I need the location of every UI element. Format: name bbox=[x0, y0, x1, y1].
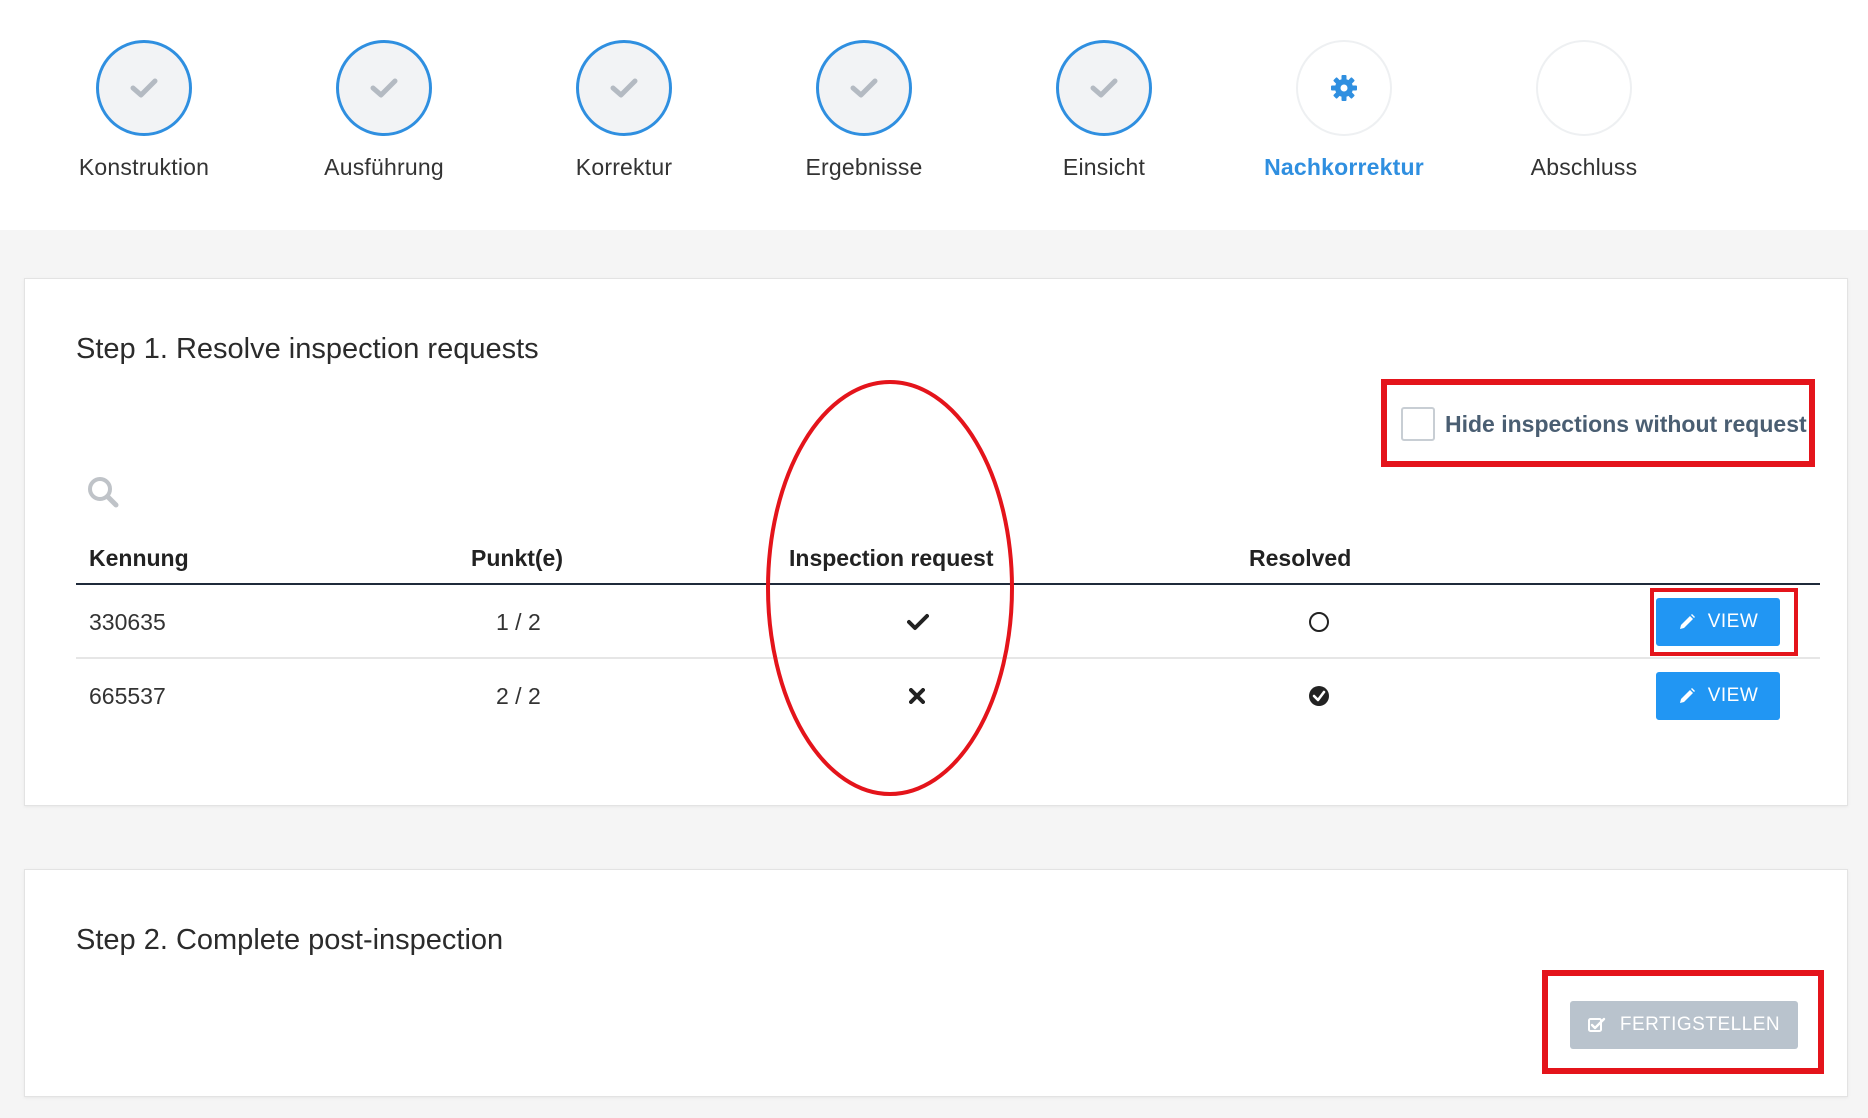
step-label: Ausführung bbox=[324, 154, 444, 180]
check-icon bbox=[370, 78, 398, 98]
column-header-resolved[interactable]: Resolved bbox=[1249, 545, 1351, 572]
step-done-circle bbox=[576, 40, 672, 136]
step-konstruktion[interactable]: Konstruktion bbox=[24, 40, 264, 181]
step-done-circle bbox=[96, 40, 192, 136]
cell-points: 2 / 2 bbox=[496, 683, 541, 709]
step-done-circle bbox=[816, 40, 912, 136]
card-title: Step 2. Complete post-inspection bbox=[76, 924, 504, 956]
step-label: Korrektur bbox=[575, 154, 673, 180]
check-circle-icon bbox=[1309, 686, 1329, 706]
step-nachkorrektur[interactable]: Nachkorrektur bbox=[1224, 40, 1464, 181]
column-header-id[interactable]: Kennung bbox=[89, 545, 189, 572]
step-future-circle bbox=[1536, 40, 1632, 136]
step-korrektur[interactable]: Korrektur bbox=[504, 40, 744, 181]
step-ausfuehrung[interactable]: Ausführung bbox=[264, 40, 504, 181]
search-icon[interactable] bbox=[86, 475, 120, 509]
finish-button-label: FERTIGSTELLEN bbox=[1619, 1014, 1781, 1035]
check-icon bbox=[130, 78, 158, 98]
card-title: Step 1. Resolve inspection requests bbox=[76, 333, 539, 365]
cell-id: 665537 bbox=[89, 683, 166, 709]
view-button-label: VIEW bbox=[1707, 685, 1759, 706]
progress-stepper: Konstruktion Ausführung Korrektur Ergebn… bbox=[0, 0, 1868, 230]
hide-inspections-checkbox[interactable] bbox=[1401, 407, 1435, 441]
cell-points: 1 / 2 bbox=[496, 609, 541, 635]
check-square-icon bbox=[1587, 1017, 1606, 1032]
hide-filter-highlight: Hide inspections without request bbox=[1381, 379, 1815, 467]
cell-id: 330635 bbox=[89, 609, 166, 635]
view-button-label: VIEW bbox=[1707, 611, 1759, 632]
step-done-circle bbox=[336, 40, 432, 136]
step-label: Konstruktion bbox=[78, 154, 210, 180]
step-done-circle bbox=[1056, 40, 1152, 136]
hide-inspections-label[interactable]: Hide inspections without request bbox=[1445, 411, 1807, 438]
check-icon bbox=[850, 78, 878, 98]
step-label-active: Nachkorrektur bbox=[1264, 154, 1424, 180]
finish-button[interactable]: FERTIGSTELLEN bbox=[1570, 1001, 1798, 1049]
hide-inspections-toggle[interactable]: Hide inspections without request bbox=[1401, 407, 1807, 441]
complete-inspection-card: Step 2. Complete post-inspection FERTIGS… bbox=[24, 869, 1848, 1097]
pencil-icon bbox=[1679, 688, 1695, 703]
gear-icon bbox=[1331, 75, 1357, 101]
view-button[interactable]: VIEW bbox=[1656, 598, 1780, 646]
pencil-icon bbox=[1679, 614, 1695, 629]
step-label: Abschluss bbox=[1530, 154, 1638, 180]
step-label: Ergebnisse bbox=[805, 154, 923, 180]
step-ergebnisse[interactable]: Ergebnisse bbox=[744, 40, 984, 181]
step-einsicht[interactable]: Einsicht bbox=[984, 40, 1224, 181]
column-header-points[interactable]: Punkt(e) bbox=[471, 545, 563, 572]
check-icon bbox=[610, 78, 638, 98]
check-icon bbox=[1090, 78, 1118, 98]
step-abschluss[interactable]: Abschluss bbox=[1464, 40, 1704, 181]
circle-outline-icon bbox=[1309, 612, 1329, 632]
view-button[interactable]: VIEW bbox=[1656, 672, 1780, 720]
step-label: Einsicht bbox=[1062, 154, 1146, 180]
annotation-ellipse bbox=[766, 380, 1014, 796]
step-current-circle bbox=[1296, 40, 1392, 136]
finish-button-highlight: FERTIGSTELLEN bbox=[1542, 970, 1824, 1074]
